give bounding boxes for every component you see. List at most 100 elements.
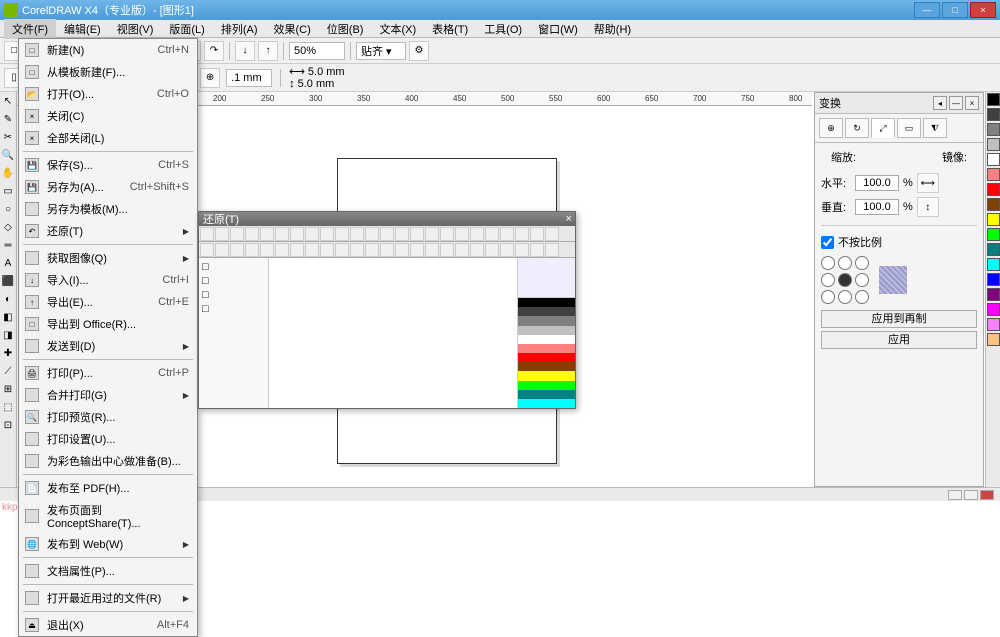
menu-工具O[interactable]: 工具(O)	[476, 19, 530, 39]
mini-toolbar-button[interactable]	[215, 227, 229, 241]
options-icon[interactable]: ⚙	[409, 41, 429, 61]
tool-button[interactable]: ✋	[0, 165, 16, 181]
apply-duplicate-button[interactable]: 应用到再制	[821, 310, 977, 328]
color-swatch[interactable]	[987, 198, 1000, 211]
export-icon[interactable]: ↑	[258, 41, 278, 61]
status-outline-icon[interactable]	[964, 490, 978, 500]
mini-toolbar-button[interactable]	[350, 243, 364, 257]
color-swatch[interactable]	[987, 138, 1000, 151]
docker-left-icon[interactable]: ◂	[933, 96, 947, 110]
menu-位图B[interactable]: 位图(B)	[319, 19, 372, 39]
status-color-icon[interactable]	[980, 490, 994, 500]
tab-rotate-icon[interactable]: ↻	[845, 118, 869, 138]
mini-swatch[interactable]	[518, 390, 575, 399]
file-menu-item[interactable]: □导出到 Office(R)...	[19, 313, 197, 335]
mini-toolbar-button[interactable]	[380, 227, 394, 241]
file-menu-item[interactable]: 另存为模板(M)...	[19, 198, 197, 220]
menu-视图V[interactable]: 视图(V)	[109, 19, 162, 39]
mirror-h-icon[interactable]: ⟷	[917, 173, 939, 193]
color-swatch[interactable]	[987, 213, 1000, 226]
mini-swatch[interactable]	[518, 298, 575, 307]
mini-toolbar-button[interactable]	[320, 243, 334, 257]
color-swatch[interactable]	[987, 153, 1000, 166]
status-fill-icon[interactable]	[948, 490, 962, 500]
file-menu-item[interactable]: ×全部关闭(L)	[19, 127, 197, 149]
mini-toolbar-button[interactable]	[530, 227, 544, 241]
docker-collapse-icon[interactable]: —	[949, 96, 963, 110]
mini-toolbar-button[interactable]	[515, 227, 529, 241]
mini-toolbar-button[interactable]	[530, 243, 544, 257]
tool-button[interactable]: ◐	[0, 291, 16, 307]
mini-toolbar-button[interactable]	[365, 243, 379, 257]
mini-toolbar-button[interactable]	[260, 243, 274, 257]
color-swatch[interactable]	[987, 288, 1000, 301]
mini-toolbar-button[interactable]	[230, 227, 244, 241]
mini-toolbar-button[interactable]	[425, 243, 439, 257]
tool-button[interactable]: ✂	[0, 129, 16, 145]
mini-swatch[interactable]	[518, 335, 575, 344]
mini-toolbar-button[interactable]	[200, 243, 214, 257]
color-swatch[interactable]	[987, 243, 1000, 256]
mini-toolbar-button[interactable]	[350, 227, 364, 241]
file-menu-item[interactable]: 打开最近用过的文件(R)▶	[19, 587, 197, 609]
import-icon[interactable]: ↓	[235, 41, 255, 61]
v-scale-input[interactable]	[855, 199, 899, 215]
file-menu-item[interactable]: 🖨打印(P)...Ctrl+P	[19, 362, 197, 384]
file-menu-item[interactable]: ↶还原(T)▶	[19, 220, 197, 242]
tab-position-icon[interactable]: ⊕	[819, 118, 843, 138]
file-menu-item[interactable]: 📂打开(O)...Ctrl+O	[19, 83, 197, 105]
mini-toolbar-button[interactable]	[380, 243, 394, 257]
menu-排列A[interactable]: 排列(A)	[213, 19, 266, 39]
non-proportional-checkbox[interactable]	[821, 236, 834, 249]
mini-toolbar-button[interactable]	[470, 243, 484, 257]
snap-combo[interactable]: 贴齐 ▾	[356, 42, 406, 60]
mini-toolbar-button[interactable]	[290, 243, 304, 257]
mini-toolbar-button[interactable]	[410, 243, 424, 257]
mini-toolbar-button[interactable]	[545, 227, 559, 241]
dup-x-field[interactable]: 5.0 mm	[308, 66, 345, 78]
menu-文本X[interactable]: 文本(X)	[371, 19, 424, 39]
file-menu-item[interactable]: 为彩色输出中心做准备(B)...	[19, 450, 197, 472]
mini-toolbar-button[interactable]	[245, 227, 259, 241]
mini-swatch[interactable]	[518, 344, 575, 353]
tool-button[interactable]: ═	[0, 237, 16, 253]
nudge-field[interactable]: .1 mm	[226, 69, 272, 87]
file-menu-item[interactable]: 发布页面到 ConceptShare(T)...	[19, 499, 197, 533]
file-menu-item[interactable]: 🌐发布到 Web(W)▶	[19, 533, 197, 555]
mini-toolbar-button[interactable]	[470, 227, 484, 241]
menu-版面L[interactable]: 版面(L)	[161, 19, 212, 39]
mini-toolbar-button[interactable]	[320, 227, 334, 241]
tool-button[interactable]: ▭	[0, 183, 16, 199]
tool-button[interactable]: ⬚	[0, 399, 16, 415]
zoom-combo[interactable]: 50%	[289, 42, 345, 60]
file-menu-item[interactable]: 获取图像(Q)▶	[19, 247, 197, 269]
file-menu-item[interactable]: 🔍打印预览(R)...	[19, 406, 197, 428]
mini-toolbar-button[interactable]	[305, 243, 319, 257]
mini-swatch[interactable]	[518, 326, 575, 335]
tool-button[interactable]: ◨	[0, 327, 16, 343]
maximize-button[interactable]: □	[942, 2, 968, 18]
tool-button[interactable]: ○	[0, 201, 16, 217]
dup-y-field[interactable]: 5.0 mm	[298, 78, 335, 90]
tool-button[interactable]: ⬛	[0, 273, 16, 289]
mini-toolbar-button[interactable]	[425, 227, 439, 241]
menu-窗口W[interactable]: 窗口(W)	[530, 19, 586, 39]
mini-toolbar-button[interactable]	[485, 243, 499, 257]
color-swatch[interactable]	[987, 318, 1000, 331]
color-swatch[interactable]	[987, 93, 1000, 106]
file-menu-item[interactable]: ⏏退出(X)Alt+F4	[19, 614, 197, 636]
mini-toolbar-button[interactable]	[455, 243, 469, 257]
mini-swatch[interactable]	[518, 362, 575, 371]
mini-toolbar-button[interactable]	[365, 227, 379, 241]
mini-toolbar-button[interactable]	[440, 227, 454, 241]
mini-toolbar-button[interactable]	[395, 227, 409, 241]
mini-toolbar-button[interactable]	[275, 227, 289, 241]
file-menu-item[interactable]: ×关闭(C)	[19, 105, 197, 127]
mini-swatch[interactable]	[518, 307, 575, 316]
file-menu-item[interactable]: ↓导入(I)...Ctrl+I	[19, 269, 197, 291]
color-swatch[interactable]	[987, 168, 1000, 181]
tool-button[interactable]: ✚	[0, 345, 16, 361]
mini-toolbar-button[interactable]	[485, 227, 499, 241]
close-button[interactable]: ×	[970, 2, 996, 18]
mini-toolbar-button[interactable]	[245, 243, 259, 257]
